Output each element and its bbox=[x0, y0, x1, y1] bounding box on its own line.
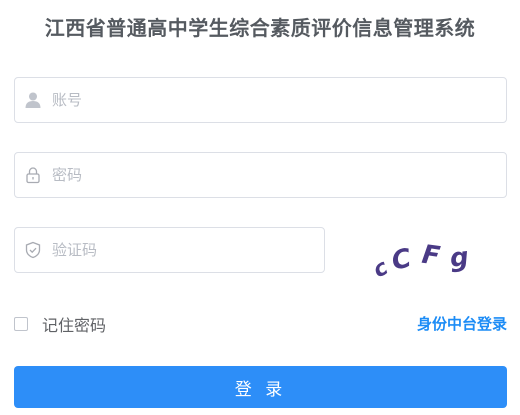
svg-text:C: C bbox=[389, 243, 414, 276]
user-icon bbox=[24, 91, 42, 109]
username-input[interactable] bbox=[52, 78, 506, 122]
page-title: 江西省普通高中学生综合素质评价信息管理系统 bbox=[44, 16, 476, 40]
password-field[interactable] bbox=[14, 152, 507, 198]
remember-password-checkbox[interactable]: 记住密码 bbox=[14, 312, 106, 336]
password-input[interactable] bbox=[52, 153, 506, 197]
captcha-input[interactable] bbox=[52, 228, 324, 272]
svg-text:g: g bbox=[448, 242, 470, 274]
login-button[interactable]: 登 录 bbox=[14, 366, 507, 408]
login-panel: 江西省普通高中学生综合素质评价信息管理系统 账号 验证码 c C F g 记住密… bbox=[0, 0, 520, 415]
lock-icon bbox=[24, 166, 42, 184]
checkbox-box[interactable] bbox=[14, 317, 28, 331]
remember-password-label: 记住密码 bbox=[42, 316, 107, 335]
captcha-field[interactable] bbox=[14, 227, 325, 273]
svg-text:c: c bbox=[370, 255, 392, 280]
svg-text:F: F bbox=[420, 240, 442, 272]
captcha-image[interactable]: c C F g bbox=[369, 230, 500, 284]
shield-icon bbox=[24, 241, 42, 259]
username-field[interactable] bbox=[14, 77, 507, 123]
id-platform-login-link[interactable]: 身份中台登录 bbox=[417, 313, 507, 334]
